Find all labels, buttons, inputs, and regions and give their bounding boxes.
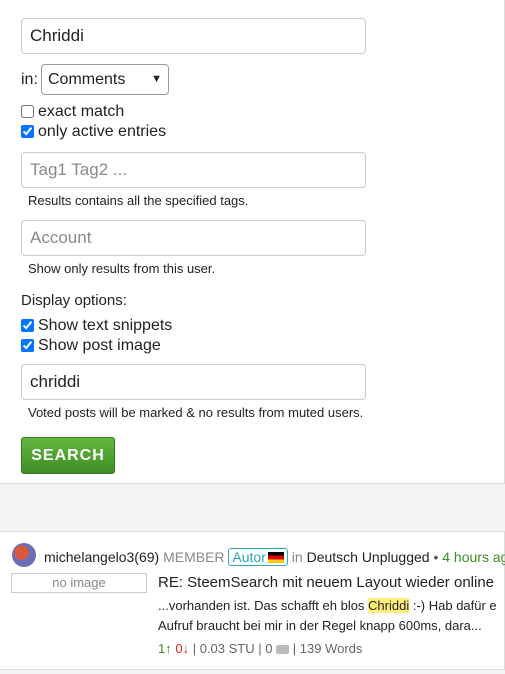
in-word: in xyxy=(291,549,303,565)
community-link[interactable]: Deutsch Unplugged xyxy=(307,549,430,565)
time-link[interactable]: 4 hours ago xyxy=(442,549,505,565)
show-snippets-checkbox[interactable] xyxy=(21,319,34,332)
show-post-image-label: Show post image xyxy=(38,337,161,354)
downvote-count: 0↓ xyxy=(175,641,190,656)
word-count: 139 Words xyxy=(299,641,363,656)
exact-match-checkbox[interactable] xyxy=(21,105,34,118)
show-snippets-label: Show text snippets xyxy=(38,317,173,334)
account-hint: Show only results from this user. xyxy=(28,261,216,276)
tags-input[interactable] xyxy=(21,152,366,188)
in-label: in: xyxy=(21,71,38,88)
tags-hint: Results contains all the specified tags. xyxy=(28,193,249,208)
no-image-placeholder: no image xyxy=(11,573,147,593)
upvote-count: 1↑ xyxy=(158,641,172,656)
result-snippet: ...vorhanden ist. Das schafft eh blos Ch… xyxy=(158,596,505,636)
payout-value: 0.03 STU xyxy=(199,641,255,656)
search-button[interactable]: SEARCH xyxy=(21,437,115,474)
snippet-line2: Aufruf braucht bei mir in der Regel knap… xyxy=(158,618,482,633)
voter-input[interactable] xyxy=(21,364,366,400)
chevron-down-icon: ▼ xyxy=(151,73,162,85)
voter-hint: Voted posts will be marked & no results … xyxy=(28,405,364,420)
result-title[interactable]: RE: SteemSearch mit neuem Layout wieder … xyxy=(158,574,494,591)
comment-icon xyxy=(276,645,290,654)
show-post-image-checkbox[interactable] xyxy=(21,339,34,352)
author-link[interactable]: michelangelo3(69) xyxy=(44,549,159,565)
snippet-highlight: Chriddi xyxy=(368,598,410,613)
display-options-label: Display options: xyxy=(21,292,127,309)
search-panel: in: Comments ▼ exact match only active e… xyxy=(0,0,505,484)
snippet-after: :-) Hab dafür e xyxy=(409,598,497,613)
type-select-value: Comments xyxy=(48,71,126,88)
query-input[interactable] xyxy=(21,18,366,54)
role-label: MEMBER xyxy=(163,549,225,565)
result-meta: michelangelo3(69) MEMBER Autor in Deutsc… xyxy=(44,548,505,566)
result-stats: 1↑ 0↓ | 0.03 STU | 0 | 139 Words xyxy=(158,641,363,656)
avatar[interactable] xyxy=(12,543,36,567)
author-badge-label: Autor xyxy=(232,549,266,565)
separator-dot: • xyxy=(433,549,439,565)
only-active-label: only active entries xyxy=(38,123,167,140)
german-flag-icon xyxy=(267,552,284,563)
account-input[interactable] xyxy=(21,220,366,256)
result-card: michelangelo3(69) MEMBER Autor in Deutsc… xyxy=(0,531,505,670)
author-badge: Autor xyxy=(228,548,288,566)
exact-match-label: exact match xyxy=(38,103,125,120)
type-select[interactable]: Comments ▼ xyxy=(41,64,169,95)
snippet-before: ...vorhanden ist. Das schafft eh blos xyxy=(158,598,369,613)
only-active-checkbox[interactable] xyxy=(21,125,34,138)
comment-count: 0 xyxy=(265,641,273,656)
